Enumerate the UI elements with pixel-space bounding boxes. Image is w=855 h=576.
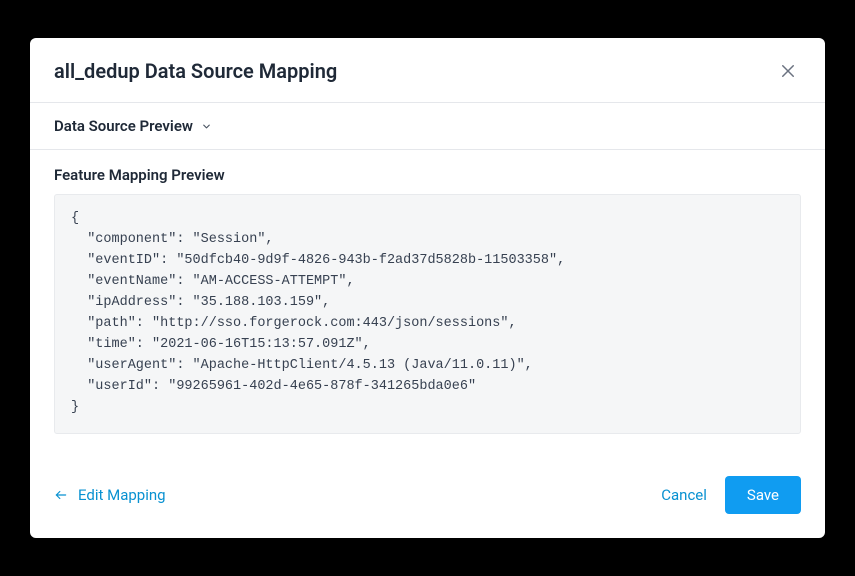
modal-footer: Edit Mapping Cancel Save — [30, 454, 825, 538]
feature-mapping-preview-label: Feature Mapping Preview — [54, 166, 801, 184]
preview-json-block: { "component": "Session", "eventID": "50… — [54, 194, 801, 433]
close-icon — [779, 62, 797, 80]
mapping-modal: all_dedup Data Source Mapping Data Sourc… — [30, 38, 825, 537]
feature-mapping-preview-section: Feature Mapping Preview { "component": "… — [30, 150, 825, 453]
modal-title: all_dedup Data Source Mapping — [54, 59, 337, 83]
modal-header: all_dedup Data Source Mapping — [30, 38, 825, 103]
edit-mapping-button[interactable]: Edit Mapping — [54, 486, 166, 504]
edit-mapping-label: Edit Mapping — [78, 486, 166, 504]
save-button[interactable]: Save — [725, 476, 801, 514]
arrow-left-icon — [54, 488, 68, 502]
footer-actions: Cancel Save — [661, 476, 801, 514]
data-source-preview-label: Data Source Preview — [54, 117, 193, 135]
close-button[interactable] — [775, 58, 801, 84]
chevron-down-icon — [201, 121, 212, 132]
data-source-preview-toggle[interactable]: Data Source Preview — [30, 103, 825, 150]
cancel-button[interactable]: Cancel — [661, 486, 707, 504]
